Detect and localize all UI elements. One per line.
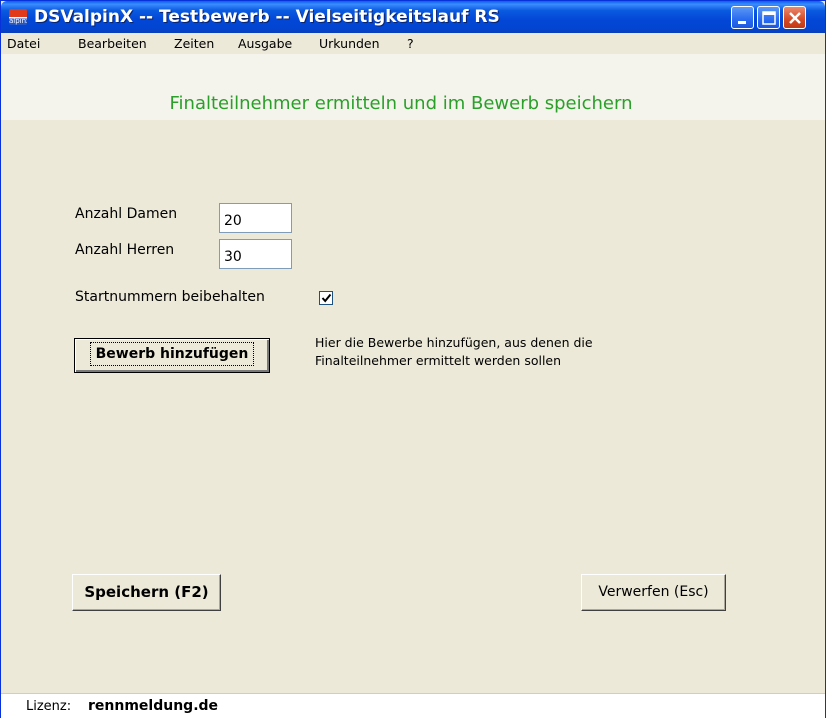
- window-title: DSValpinX -- Testbewerb -- Vielseitigkei…: [34, 7, 500, 27]
- startnummern-label: Startnummern beibehalten: [75, 289, 265, 305]
- checkmark-icon: [321, 293, 332, 303]
- app-icon[interactable]: alpinx: [9, 9, 27, 25]
- menu-zeiten[interactable]: Zeiten: [174, 35, 214, 52]
- main-window: alpinx DSValpinX -- Testbewerb -- Vielse…: [0, 0, 826, 718]
- license-value: rennmeldung.de: [88, 698, 219, 714]
- status-bar: Lizenz: rennmeldung.de: [1, 693, 825, 718]
- menu-bearbeiten[interactable]: Bearbeiten: [78, 35, 147, 52]
- page-title: Finalteilnehmer ermitteln und im Bewerb …: [169, 93, 633, 114]
- minimize-button[interactable]: [731, 6, 754, 29]
- add-competition-label: Bewerb hinzufügen: [89, 342, 255, 366]
- minimize-icon: [738, 21, 746, 24]
- title-bar[interactable]: alpinx DSValpinX -- Testbewerb -- Vielse…: [1, 1, 825, 33]
- close-icon: [789, 12, 801, 24]
- maximize-icon: [762, 11, 776, 25]
- close-button[interactable]: [783, 6, 806, 29]
- damen-label: Anzahl Damen: [75, 206, 178, 222]
- app-icon-text: alpinx: [9, 17, 27, 25]
- hint-line-2: Finalteilnehmer ermittelt werden sollen: [315, 353, 562, 368]
- header-strip: Finalteilnehmer ermitteln und im Bewerb …: [1, 54, 825, 120]
- save-button[interactable]: Speichern (F2): [72, 574, 221, 611]
- discard-button[interactable]: Verwerfen (Esc): [581, 574, 726, 611]
- startnummern-checkbox[interactable]: [319, 291, 333, 305]
- hint-text: Hier die Bewerbe hinzufügen, aus denen d…: [315, 334, 735, 370]
- menu-urkunden[interactable]: Urkunden: [319, 35, 380, 52]
- herren-label: Anzahl Herren: [75, 242, 175, 258]
- menu-help[interactable]: ?: [407, 35, 414, 52]
- maximize-button[interactable]: [757, 6, 780, 29]
- menu-ausgabe[interactable]: Ausgabe: [238, 35, 292, 52]
- license-label: Lizenz:: [26, 699, 72, 714]
- herren-count-input[interactable]: 30: [219, 239, 292, 269]
- menu-datei[interactable]: Datei: [7, 35, 40, 52]
- damen-count-input[interactable]: 20: [219, 203, 292, 233]
- hint-line-1: Hier die Bewerbe hinzufügen, aus denen d…: [315, 335, 593, 350]
- menu-bar: Datei Bearbeiten Zeiten Ausgabe Urkunden…: [1, 33, 825, 54]
- add-competition-button[interactable]: Bewerb hinzufügen: [74, 338, 270, 373]
